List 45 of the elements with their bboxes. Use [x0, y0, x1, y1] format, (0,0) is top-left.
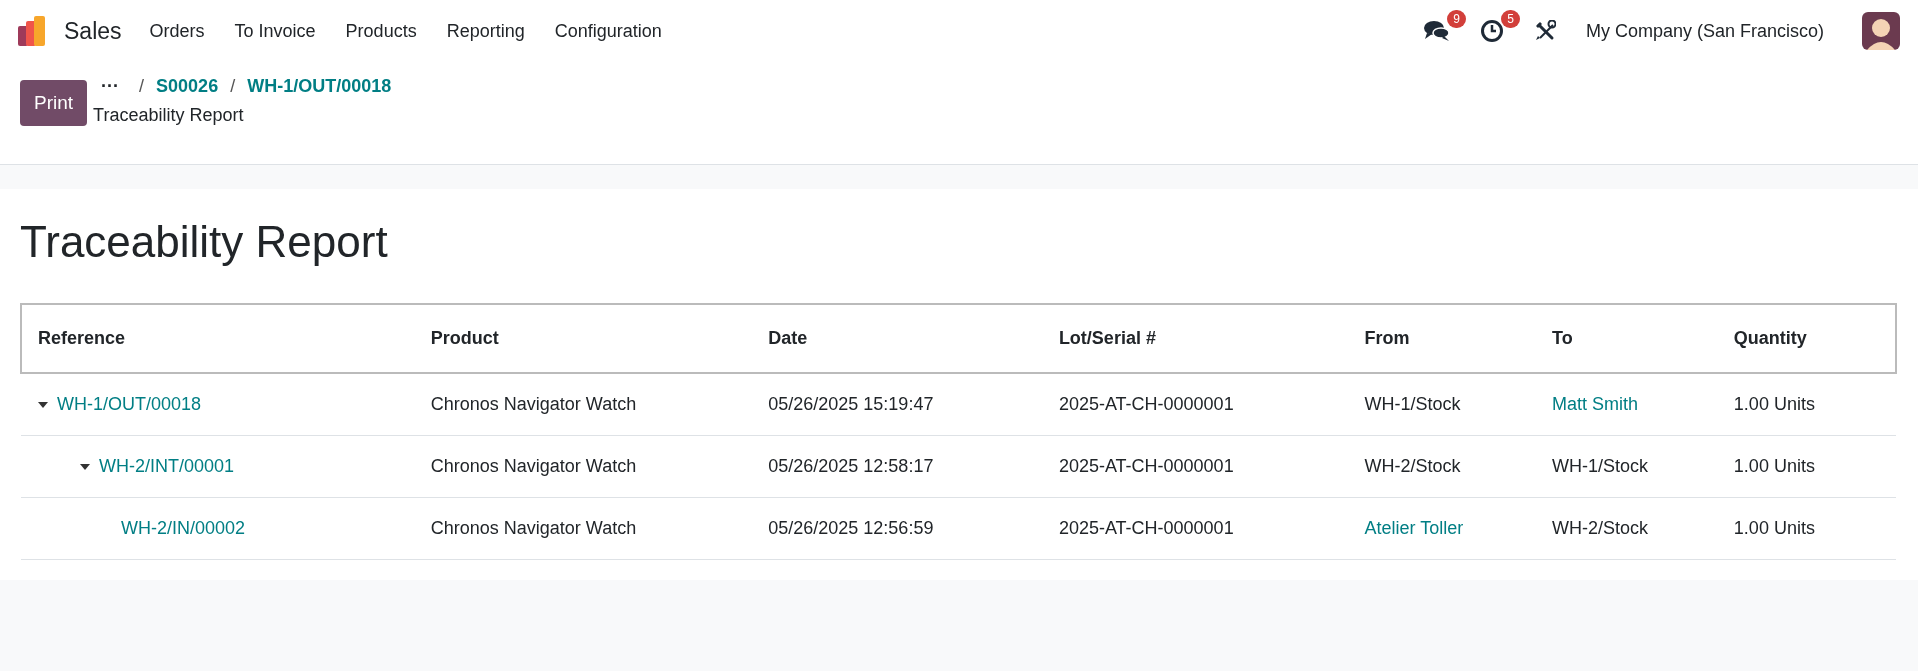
company-name[interactable]: My Company (San Francisco) [1585, 20, 1824, 42]
from-location-text: WH-1/Stock [1364, 394, 1461, 414]
table-cell: 05/26/2025 15:19:47 [752, 373, 1043, 436]
reference-link[interactable]: WH-1/OUT/00018 [57, 394, 202, 415]
current-page-title: Traceability Report [93, 105, 245, 126]
from-location-text: WH-2/Stock [1364, 456, 1461, 476]
menu-item[interactable]: Configuration [554, 20, 662, 42]
table-cell: 1.00 Units [1717, 373, 1896, 436]
column-header: From [1348, 304, 1536, 373]
table-cell: 1.00 Units [1717, 497, 1896, 560]
table-cell: Chronos Navigator Watch [414, 497, 753, 560]
menu-item[interactable]: To Invoice [234, 20, 316, 42]
table-cell: Chronos Navigator Watch [414, 373, 753, 436]
to-location-text: WH-1/Stock [1552, 456, 1648, 476]
column-header: Quantity [1717, 304, 1896, 373]
app-name[interactable]: Sales [64, 17, 122, 45]
table-cell: 2025-AT-CH-0000001 [1042, 497, 1349, 560]
reference-link[interactable]: WH-2/IN/00002 [121, 518, 246, 539]
to-location-link[interactable]: Matt Smith [1552, 394, 1638, 414]
count-badge: 9 [1447, 10, 1466, 28]
reference-link[interactable]: WH-2/INT/00001 [99, 456, 235, 477]
table-cell: 2025-AT-CH-0000001 [1042, 435, 1349, 498]
count-badge: 5 [1501, 10, 1520, 28]
from-location-link[interactable]: Atelier Toller [1364, 518, 1464, 538]
table-cell: 1.00 Units [1717, 435, 1896, 498]
report-title: Traceability Report [20, 217, 389, 267]
column-header: To [1536, 304, 1718, 373]
table-cell: Chronos Navigator Watch [414, 435, 753, 498]
table-cell: 05/26/2025 12:58:17 [752, 435, 1043, 498]
column-header: Lot/Serial # [1042, 304, 1349, 373]
table-cell: 05/26/2025 12:56:59 [752, 497, 1043, 560]
breadcrumb-separator: / [230, 76, 236, 97]
to-location-text: WH-2/Stock [1552, 518, 1648, 538]
menu-item[interactable]: Orders [149, 20, 205, 42]
breadcrumb-link[interactable]: S00026 [156, 76, 219, 97]
column-header: Product [414, 304, 753, 373]
column-header: Reference [21, 304, 415, 373]
more-button[interactable]: ··· [93, 76, 128, 97]
breadcrumb-link[interactable]: WH-1/OUT/00018 [247, 76, 392, 97]
column-header: Date [752, 304, 1043, 373]
table-cell: 2025-AT-CH-0000001 [1042, 373, 1349, 436]
print-button[interactable]: Print [20, 80, 88, 126]
breadcrumb-separator: / [139, 76, 145, 97]
menu-item[interactable]: Reporting [446, 20, 525, 42]
menu-item[interactable]: Products [345, 20, 417, 42]
